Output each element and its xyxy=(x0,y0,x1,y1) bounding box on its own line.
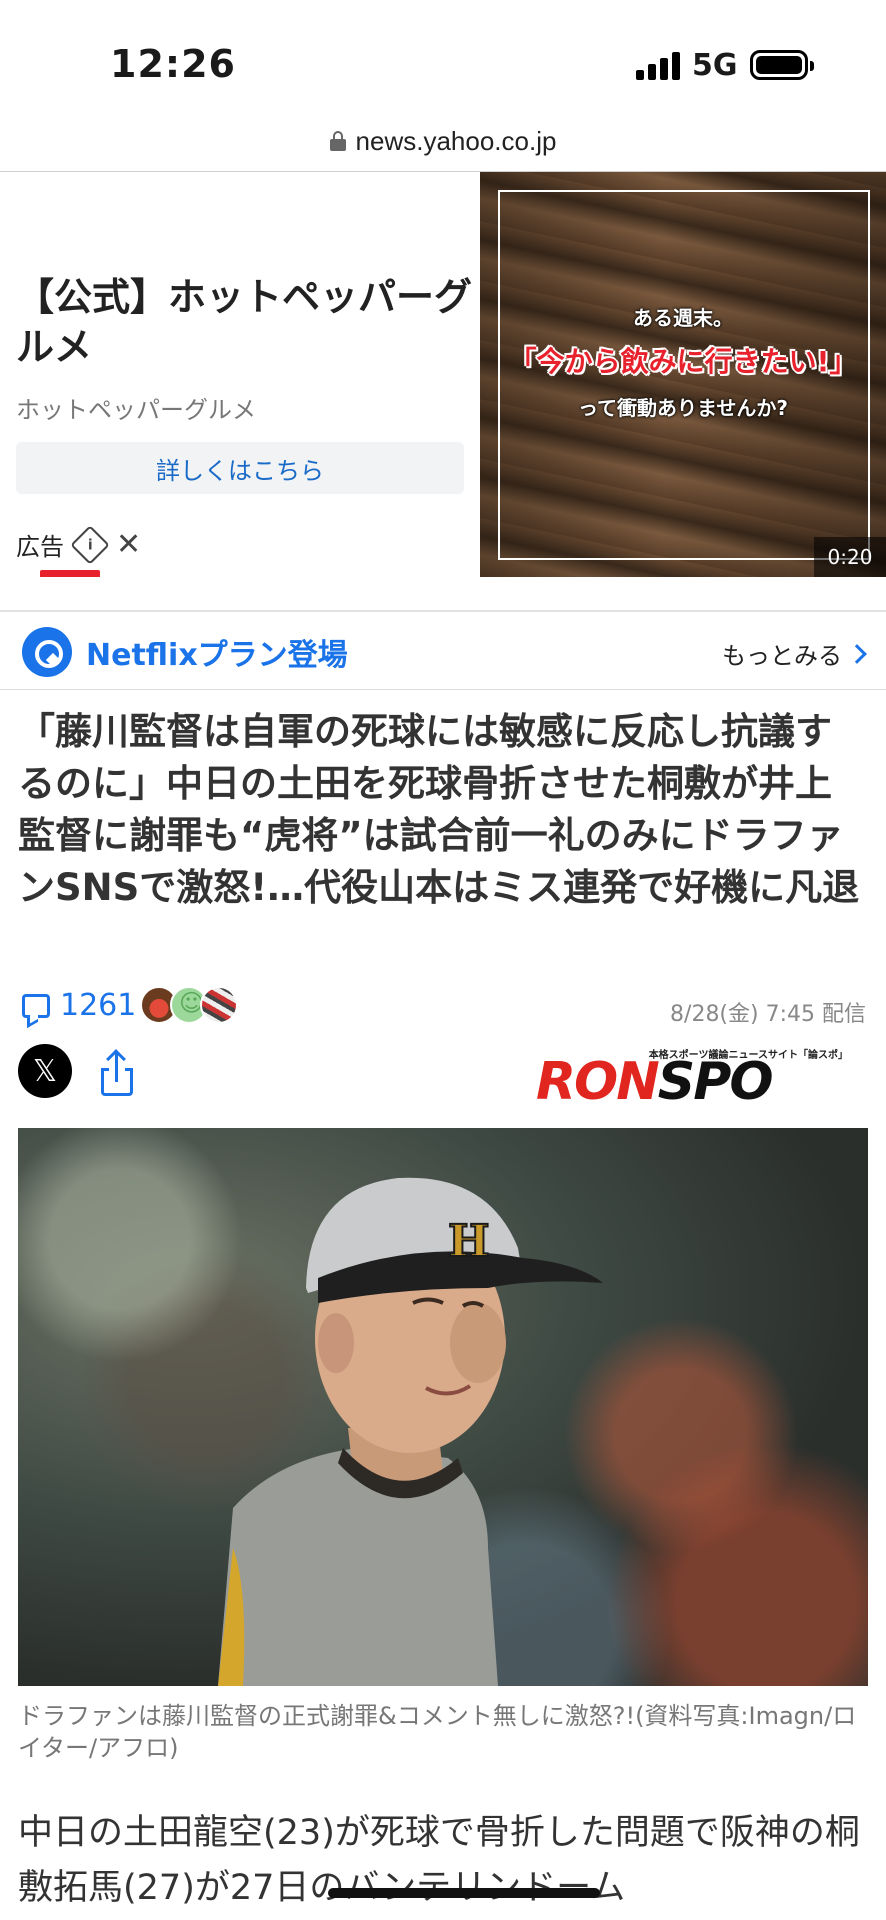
lock-icon xyxy=(329,131,346,151)
search-badge-icon xyxy=(22,626,72,677)
publish-date: 8/28(金) 7:45 配信 xyxy=(670,1002,866,1027)
chevron-right-icon xyxy=(847,643,867,664)
article-photo[interactable]: H xyxy=(18,1128,868,1686)
signal-icon xyxy=(636,50,682,80)
article-body: 中日の土田龍空(23)が死球で骨折した問題で阪神の桐敷拓馬(27)が27日のバン… xyxy=(18,1813,860,1908)
promo-title[interactable]: Netflixプラン登場 xyxy=(86,630,348,674)
share-row: 𝕏 本格スポーツ議論ニュースサイト「論スポ」 RONSPO xyxy=(18,1044,868,1112)
video-caption-line3: って衝動ありませんか? xyxy=(577,396,788,420)
ad-banner[interactable]: 【公式】ホットペッパーグルメ ホットペッパーグルメ 詳しくはこちら 広告 i ✕… xyxy=(0,172,886,577)
home-indicator[interactable] xyxy=(328,1888,600,1898)
avatar xyxy=(200,986,238,1024)
ad-cta-button[interactable]: 詳しくはこちら xyxy=(16,442,464,494)
ad-sponsor: ホットペッパーグルメ xyxy=(16,396,256,424)
url-text: news.yahoo.co.jp xyxy=(355,125,557,156)
share-icon[interactable] xyxy=(98,1049,138,1098)
status-time: 12:26 xyxy=(110,42,236,86)
ad-label-row: 広告 i ✕ xyxy=(16,524,141,565)
promo-banner[interactable]: Netflixプラン登場 もっとみる xyxy=(0,614,886,690)
ad-info-icon[interactable]: i xyxy=(70,524,110,565)
video-duration: 0:20 xyxy=(814,537,886,577)
close-icon[interactable]: ✕ xyxy=(116,529,141,560)
comment-icon[interactable] xyxy=(22,994,50,1018)
article-meta: 1261 8/28(金) 7:45 配信 xyxy=(20,986,866,1030)
svg-text:H: H xyxy=(448,1216,490,1267)
photo-subject: H xyxy=(218,1177,603,1686)
video-caption-line1: ある週末。 xyxy=(633,306,733,330)
source-logo-wordmark: RONSPO xyxy=(536,1052,774,1112)
article-headline: 「藤川監督は自軍の死球には敏感に反応し抗議するのに」中日の土田を死球骨折させた桐… xyxy=(18,710,860,909)
more-link[interactable]: もっとみる xyxy=(722,636,867,671)
photo-caption: ドラファンは藤川監督の正式謝罪&コメント無しに激怒?!(資料写真:Imagn/ロ… xyxy=(18,1702,857,1762)
divider xyxy=(0,610,886,612)
ad-label: 広告 xyxy=(16,533,64,561)
more-link-label: もっとみる xyxy=(722,642,842,670)
address-bar[interactable]: news.yahoo.co.jp xyxy=(0,112,886,170)
ad-peek xyxy=(40,570,100,577)
video-caption-line2: 「今から飲みに行きたい!」 xyxy=(508,345,858,378)
battery-icon xyxy=(750,50,814,80)
status-bar: 12:26 5G xyxy=(0,0,886,110)
x-share-icon[interactable]: 𝕏 xyxy=(18,1044,72,1098)
ad-title[interactable]: 【公式】ホットペッパーグルメ xyxy=(16,272,476,372)
comment-count[interactable]: 1261 xyxy=(60,988,136,1023)
source-logo[interactable]: 本格スポーツ議論ニュースサイト「論スポ」 RONSPO xyxy=(536,1046,848,1112)
reaction-avatars[interactable] xyxy=(140,986,250,1026)
ad-video[interactable]: ある週末。 「今から飲みに行きたい!」 って衝動ありませんか? 0:20 xyxy=(480,172,886,577)
network-type: 5G xyxy=(692,48,738,83)
